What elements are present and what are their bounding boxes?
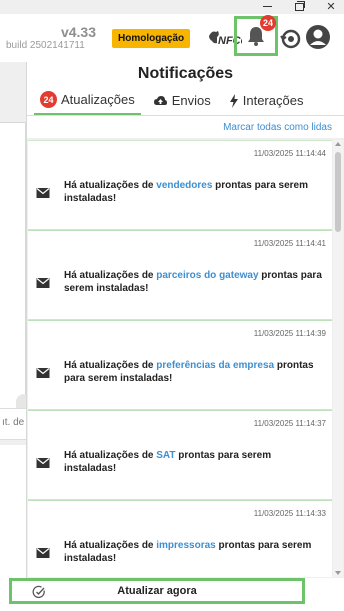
notification-prefix: Há atualizações de [64,180,157,191]
tab-label: Interações [242,93,304,108]
tab-envios[interactable]: Envios [147,86,217,115]
envelope-icon [36,458,50,468]
notification-time: 11/03/2025 11:14:41 [253,239,326,248]
notifications-bell-button[interactable]: 24 [234,15,278,56]
notification-item[interactable]: 11/03/2025 11:14:37 Há atualizações de S… [28,410,332,500]
notification-time: 11/03/2025 11:14:33 [253,509,326,518]
maximize-icon[interactable] [292,0,306,12]
notification-time: 11/03/2025 11:14:44 [253,149,326,158]
notification-scrollbar[interactable] [333,140,343,577]
sync-icon[interactable] [280,28,302,50]
notification-message: Há atualizações de SAT prontas para sere… [64,449,324,475]
close-icon[interactable]: ✕ [324,0,338,13]
bell-wrapper: 24 [244,15,276,48]
notification-item[interactable]: 11/03/2025 11:14:39 Há atualizações de p… [28,320,332,410]
version-block: v4.33 build 2502141711 [6,24,102,52]
app-header: v4.33 build 2502141711 Homologação NFCe … [0,14,344,62]
update-now-label: Atualizar agora [117,585,197,597]
panel-title: Notificações [27,62,344,86]
scroll-up-icon[interactable] [335,142,341,146]
update-now-button[interactable]: Atualizar agora [9,578,305,604]
notification-list[interactable]: 11/03/2025 11:14:44 Há atualizações de v… [28,140,332,577]
background-card [0,122,26,415]
check-circle-icon [32,585,45,599]
notification-item[interactable]: 11/03/2025 11:14:44 Há atualizações de v… [28,140,332,230]
notification-subject-link[interactable]: impressoras [156,540,215,551]
tab-label: Atualizações [61,92,135,107]
window-controls: ✕ [260,0,338,14]
scroll-thumb[interactable] [335,152,341,232]
environment-badge: Homologação [112,29,191,48]
cloud-upload-icon [153,95,167,105]
version-label: v4.33 [60,24,96,40]
notification-message: Há atualizações de vendedores prontas pa… [64,179,324,205]
notification-prefix: Há atualizações de [64,450,157,461]
notification-time: 11/03/2025 11:14:39 [253,329,326,338]
minimize-icon[interactable] [260,0,274,12]
scroll-down-icon[interactable] [335,571,341,575]
notification-prefix: Há atualizações de [64,270,157,281]
tab-interacoes[interactable]: Interações [223,86,310,115]
notification-message: Há atualizações de parceiros do gateway … [64,269,324,295]
notification-subject-link[interactable]: vendedores [156,180,212,191]
notification-message: Há atualizações de impressoras prontas p… [64,539,324,565]
envelope-icon [36,188,50,198]
tab-atualizacoes[interactable]: 24 Atualizações [34,86,141,115]
notification-time: 11/03/2025 11:14:37 [253,419,326,428]
notification-subject-link[interactable]: SAT [156,450,175,461]
notification-prefix: Há atualizações de [64,540,157,551]
notification-message: Há atualizações de preferências da empre… [64,359,324,385]
notification-subject-link[interactable]: parceiros do gateway [156,270,258,281]
notification-tabs: 24 Atualizações Envios Interações [27,86,344,116]
background-input-text: ıt. de [2,417,25,428]
envelope-icon [36,368,50,378]
build-label: build 2502141711 [6,40,85,51]
user-avatar-icon[interactable] [305,24,331,50]
mark-all-read-label: Marcar todas como lidas [223,121,332,133]
notifications-panel: Notificações 24 Atualizações Envios Inte… [26,62,344,611]
notification-count-badge: 24 [259,15,276,31]
notification-prefix: Há atualizações de [64,360,157,371]
notification-subject-link[interactable]: preferências da empresa [156,360,274,371]
tab-badge: 24 [40,91,57,108]
envelope-icon [36,278,50,288]
lightning-icon [229,93,238,108]
tab-label: Envios [171,93,211,108]
mark-all-read-link[interactable]: Marcar todas como lidas [27,116,344,138]
envelope-icon [36,548,50,558]
notification-item[interactable]: 11/03/2025 11:14:33 Há atualizações de i… [28,500,332,577]
notification-item[interactable]: 11/03/2025 11:14:41 Há atualizações de p… [28,230,332,320]
